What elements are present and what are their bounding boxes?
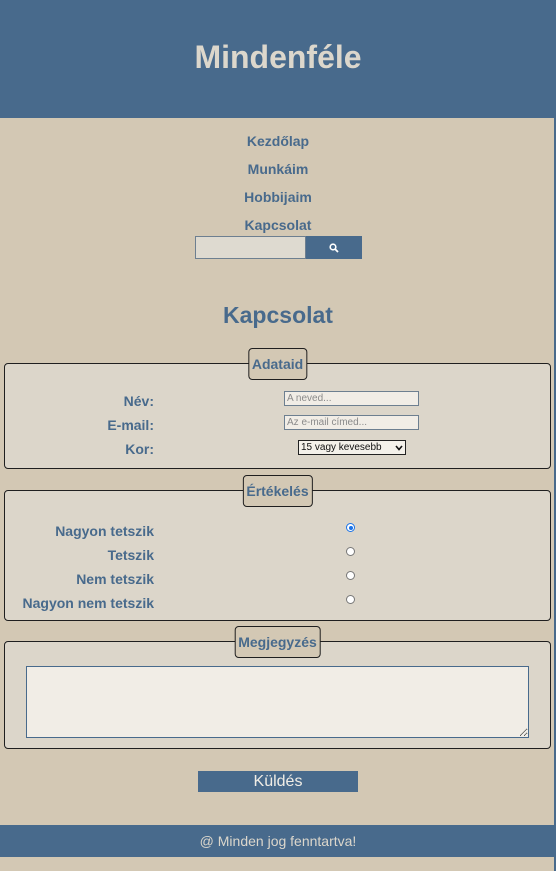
nav-item-munkaim[interactable]: Munkáim <box>0 159 556 187</box>
rating-radio-nagyon-tetszik[interactable] <box>346 523 355 532</box>
rating-option: Nem tetszik <box>5 567 550 591</box>
rating-option-label: Nagyon nem tetszik <box>22 595 154 611</box>
page-title: Kapcsolat <box>223 302 333 328</box>
site-header: Mindenféle <box>0 0 556 118</box>
main-nav: Kezdőlap Munkáim Hobbijaim Kapcsolat <box>0 131 556 243</box>
rating-option: Nagyon tetszik <box>5 519 550 543</box>
age-label: Kor: <box>125 441 154 457</box>
comment-legend: Megjegyzés <box>234 626 321 658</box>
nav-item-kezdolap[interactable]: Kezdőlap <box>0 131 556 159</box>
rating-legend: Értékelés <box>242 475 313 507</box>
footer-text: @ Minden jog fenntartva! <box>199 833 357 849</box>
age-select-value: 15 vagy kevesebb <box>301 442 382 453</box>
search-bar <box>0 236 556 259</box>
comment-textarea[interactable] <box>26 666 529 738</box>
email-label: E-mail: <box>107 417 154 433</box>
nav-item-hobbijaim[interactable]: Hobbijaim <box>0 187 556 215</box>
rating-option-label: Nem tetszik <box>76 571 154 587</box>
personal-data-fieldset: Adataid Név: E-mail: Kor: 15 vagy kevese… <box>4 348 551 469</box>
rating-option-label: Nagyon tetszik <box>55 523 154 539</box>
site-footer: @ Minden jog fenntartva! <box>0 825 556 857</box>
rating-option: Tetszik <box>5 543 550 567</box>
personal-data-legend: Adataid <box>247 348 308 380</box>
site-title: Mindenféle <box>194 38 362 75</box>
email-row: E-mail: <box>5 413 550 437</box>
chevron-down-icon <box>395 444 403 451</box>
name-row: Név: <box>5 389 550 413</box>
submit-button[interactable]: Küldés <box>198 771 358 792</box>
rating-radio-tetszik[interactable] <box>346 547 355 556</box>
search-button[interactable] <box>305 236 362 259</box>
comment-fieldset: Megjegyzés <box>4 626 551 749</box>
age-select[interactable]: 15 vagy kevesebb <box>298 440 406 455</box>
rating-radio-nem-tetszik[interactable] <box>346 571 355 580</box>
rating-radio-nagyon-nem-tetszik[interactable] <box>346 595 355 604</box>
search-icon <box>328 242 339 253</box>
name-field[interactable] <box>284 391 419 406</box>
name-label: Név: <box>123 393 154 409</box>
rating-option: Nagyon nem tetszik <box>5 591 550 615</box>
rating-fieldset: Értékelés Nagyon tetszik Tetszik Nem tet… <box>4 475 551 621</box>
email-field[interactable] <box>284 415 419 430</box>
rating-option-label: Tetszik <box>107 547 154 563</box>
search-input[interactable] <box>194 236 306 259</box>
age-row: Kor: 15 vagy kevesebb <box>5 437 550 461</box>
